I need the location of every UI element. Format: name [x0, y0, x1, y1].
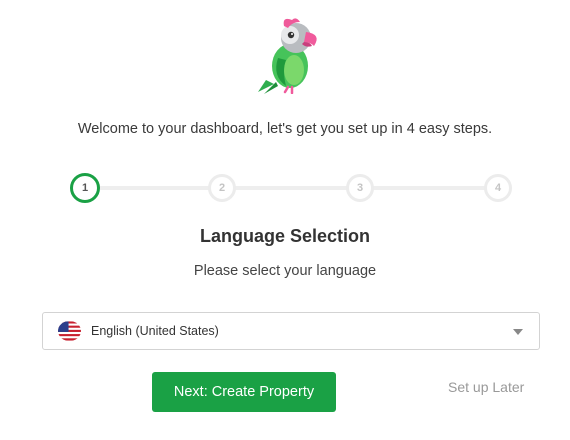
step-3-indicator[interactable]: 3: [346, 174, 374, 202]
step-2-indicator[interactable]: 2: [208, 174, 236, 202]
us-flag-icon: [58, 321, 81, 341]
step-4-indicator[interactable]: 4: [484, 174, 512, 202]
parrot-mascot-icon: [258, 18, 317, 94]
welcome-message: Welcome to your dashboard, let's get you…: [77, 121, 493, 137]
section-subtitle: Please select your language: [193, 263, 377, 279]
chevron-down-icon[interactable]: [513, 329, 523, 335]
language-select-value: English (United States): [91, 324, 219, 338]
setup-stepper: 1 2 3 4: [70, 172, 514, 204]
next-create-property-button[interactable]: Next: Create Property: [152, 372, 336, 412]
language-select[interactable]: English (United States): [42, 312, 540, 350]
section-title: Language Selection: [199, 226, 371, 246]
step-1-indicator[interactable]: 1: [70, 173, 100, 203]
set-up-later-link[interactable]: Set up Later: [448, 379, 524, 395]
stepper-track: [86, 186, 498, 190]
